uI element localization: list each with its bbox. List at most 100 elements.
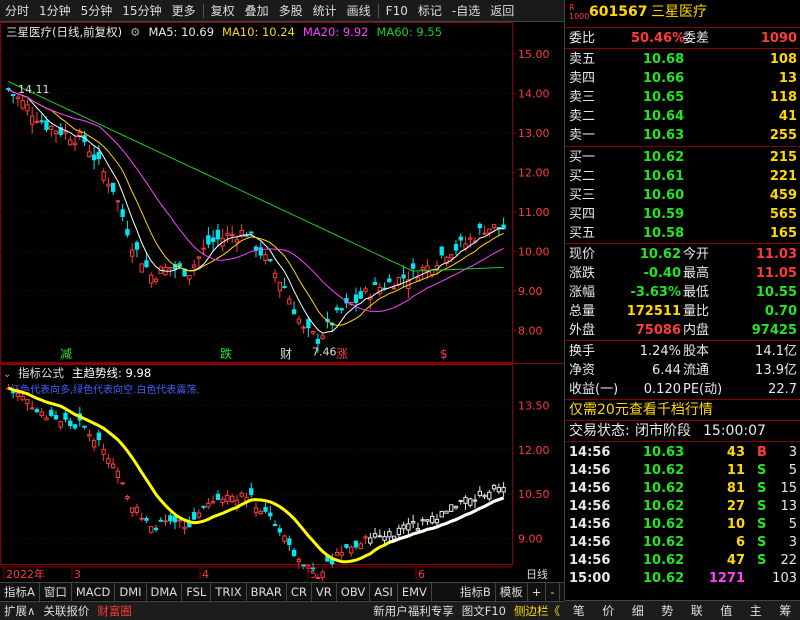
trade-status-time: 15:00:07	[703, 423, 766, 439]
candle-body	[20, 100, 25, 109]
indicator-tab-10[interactable]: OBV	[337, 582, 371, 601]
candle-body	[6, 87, 11, 91]
quote-tab-7[interactable]: 筹	[779, 602, 791, 619]
toolbar-item-10[interactable]: F10	[381, 0, 413, 22]
indicator-tab-9[interactable]: VR	[312, 582, 337, 601]
bid-price: 10.62	[643, 150, 685, 165]
ask-price: 10.64	[643, 109, 685, 124]
quote-tab-0[interactable]: 笔	[573, 602, 585, 619]
indicator-tab-0[interactable]: 指标A	[0, 582, 40, 601]
indicator-tab-14[interactable]: 模板	[496, 582, 528, 601]
indicator-candle-body	[25, 398, 30, 405]
ma10-line	[8, 89, 504, 326]
bid-row: 买五 10.58 165	[565, 224, 800, 243]
toolbar-item-9[interactable]: 画线	[342, 0, 376, 22]
indicator-candle-body	[96, 432, 102, 441]
toolbar-item-13[interactable]: 返回	[485, 0, 519, 22]
indicator-candle-body	[363, 536, 368, 539]
toolbar-item-8[interactable]: 统计	[308, 0, 342, 22]
quote-tab-2[interactable]: 细	[632, 602, 644, 619]
event-marker-label_jian: 减	[60, 347, 72, 361]
candle-body	[101, 171, 106, 181]
toolbar-item-1[interactable]: 1分钟	[34, 0, 76, 22]
status-right-1[interactable]: 图文F10	[458, 603, 510, 619]
status-right-0[interactable]: 新用户福利专享	[369, 603, 458, 619]
indicator-tab-7[interactable]: BRAR	[247, 582, 287, 601]
indicator-candle-body	[153, 527, 159, 531]
indicator-candle-body	[477, 490, 482, 497]
toolbar-item-7[interactable]: 多股	[274, 0, 308, 22]
candle-body	[39, 120, 44, 123]
collapse-icon: ⌄	[3, 369, 11, 380]
indicator-candle-body	[163, 520, 168, 523]
quote-tab-3[interactable]: 势	[661, 602, 673, 619]
event-marker-label_zhang: 涨	[336, 346, 348, 361]
stat-label: 今开	[683, 247, 710, 262]
indicator-tab-15[interactable]: +	[528, 582, 547, 601]
status-right-2[interactable]: 侧边栏《	[510, 603, 564, 619]
indicator-tab-8[interactable]: CR	[287, 582, 312, 601]
tick-price: 10.62	[643, 499, 685, 514]
toolbar-item-4[interactable]: 更多	[167, 0, 201, 22]
indicator-tab-3[interactable]: DMI	[115, 582, 147, 601]
indicator-candle-body	[58, 421, 63, 428]
stat-label: 总量	[569, 304, 596, 319]
stat-value: 10.55	[755, 285, 797, 300]
indicator-tab-4[interactable]: DMA	[147, 582, 183, 601]
status-left-1[interactable]: 关联报价	[39, 603, 93, 619]
indicator-candle-body	[444, 510, 449, 514]
indicator-candle-body	[353, 540, 359, 548]
candle-body	[487, 228, 492, 234]
toolbar-item-0[interactable]: 分时	[0, 0, 34, 22]
indicator-trend-label: 主趋势线: 9.98	[72, 366, 151, 380]
indicator-tab-1[interactable]: 窗口	[40, 582, 72, 601]
toolbar-separator	[202, 3, 204, 18]
quote-tab-5[interactable]: 值	[720, 602, 732, 619]
indicator-tab-16[interactable]: -	[546, 582, 560, 601]
candle-body	[482, 232, 487, 235]
indicator-tab-12[interactable]: EMV	[398, 582, 432, 601]
candle-body	[15, 96, 21, 100]
toolbar-item-2[interactable]: 5分钟	[76, 0, 118, 22]
toolbar-item-12[interactable]: -自选	[447, 0, 485, 22]
indicator-tab-11[interactable]: ASI	[370, 582, 398, 601]
quote-tab-1[interactable]: 价	[602, 602, 614, 619]
tick-side: S	[757, 463, 767, 478]
status-left-0[interactable]: 扩展∧	[0, 603, 39, 619]
indicator-tab-13[interactable]: 指标B	[456, 582, 496, 601]
candle-body	[491, 224, 497, 229]
indicator-candle-body	[434, 518, 440, 524]
stat-label: 现价	[569, 247, 596, 262]
stat-value: 11.05	[755, 266, 797, 281]
candle-body	[44, 120, 49, 131]
candle-body	[130, 249, 135, 257]
bid-volume: 165	[769, 226, 797, 241]
stat-value: -0.40	[643, 266, 681, 281]
bid-label: 买五	[569, 226, 596, 241]
status-left-2[interactable]: 财富圈	[93, 603, 136, 619]
quote-tab-6[interactable]: 主	[750, 602, 762, 619]
tick-count: 5	[788, 517, 797, 532]
candle-body	[49, 125, 54, 130]
candle-body	[391, 287, 397, 290]
stat-row: 收益(一) 0.120 PE(动) 22.7	[565, 380, 800, 399]
candle-body	[96, 151, 102, 160]
kline-chart[interactable]: 15.00 14.00 13.00 12.00 11.00 10.00 9.00 8.00 14…	[0, 22, 564, 582]
toolbar-item-3[interactable]: 15分钟	[117, 0, 166, 22]
indicator-tab-5[interactable]: FSL	[182, 582, 212, 601]
toolbar-item-5[interactable]: 复权	[206, 0, 240, 22]
indicator-tab-6[interactable]: TRIX	[211, 582, 247, 601]
indicator-tab-2[interactable]: MACD	[72, 582, 116, 601]
toolbar-item-11[interactable]: 标记	[413, 0, 447, 22]
quote-tab-4[interactable]: 联	[691, 602, 703, 619]
indicator-candle-body	[15, 393, 21, 397]
toolbar-item-6[interactable]: 叠加	[240, 0, 274, 22]
indicator-axis-label: 12.00	[518, 444, 550, 457]
stat-label: 涨幅	[569, 285, 596, 300]
bid-price: 10.59	[643, 207, 685, 222]
candle-body	[320, 335, 325, 339]
tick-count: 5	[788, 463, 797, 478]
indicator-candle-body	[230, 495, 235, 503]
indicator-candle-body	[344, 544, 349, 548]
candle-body	[253, 246, 259, 251]
